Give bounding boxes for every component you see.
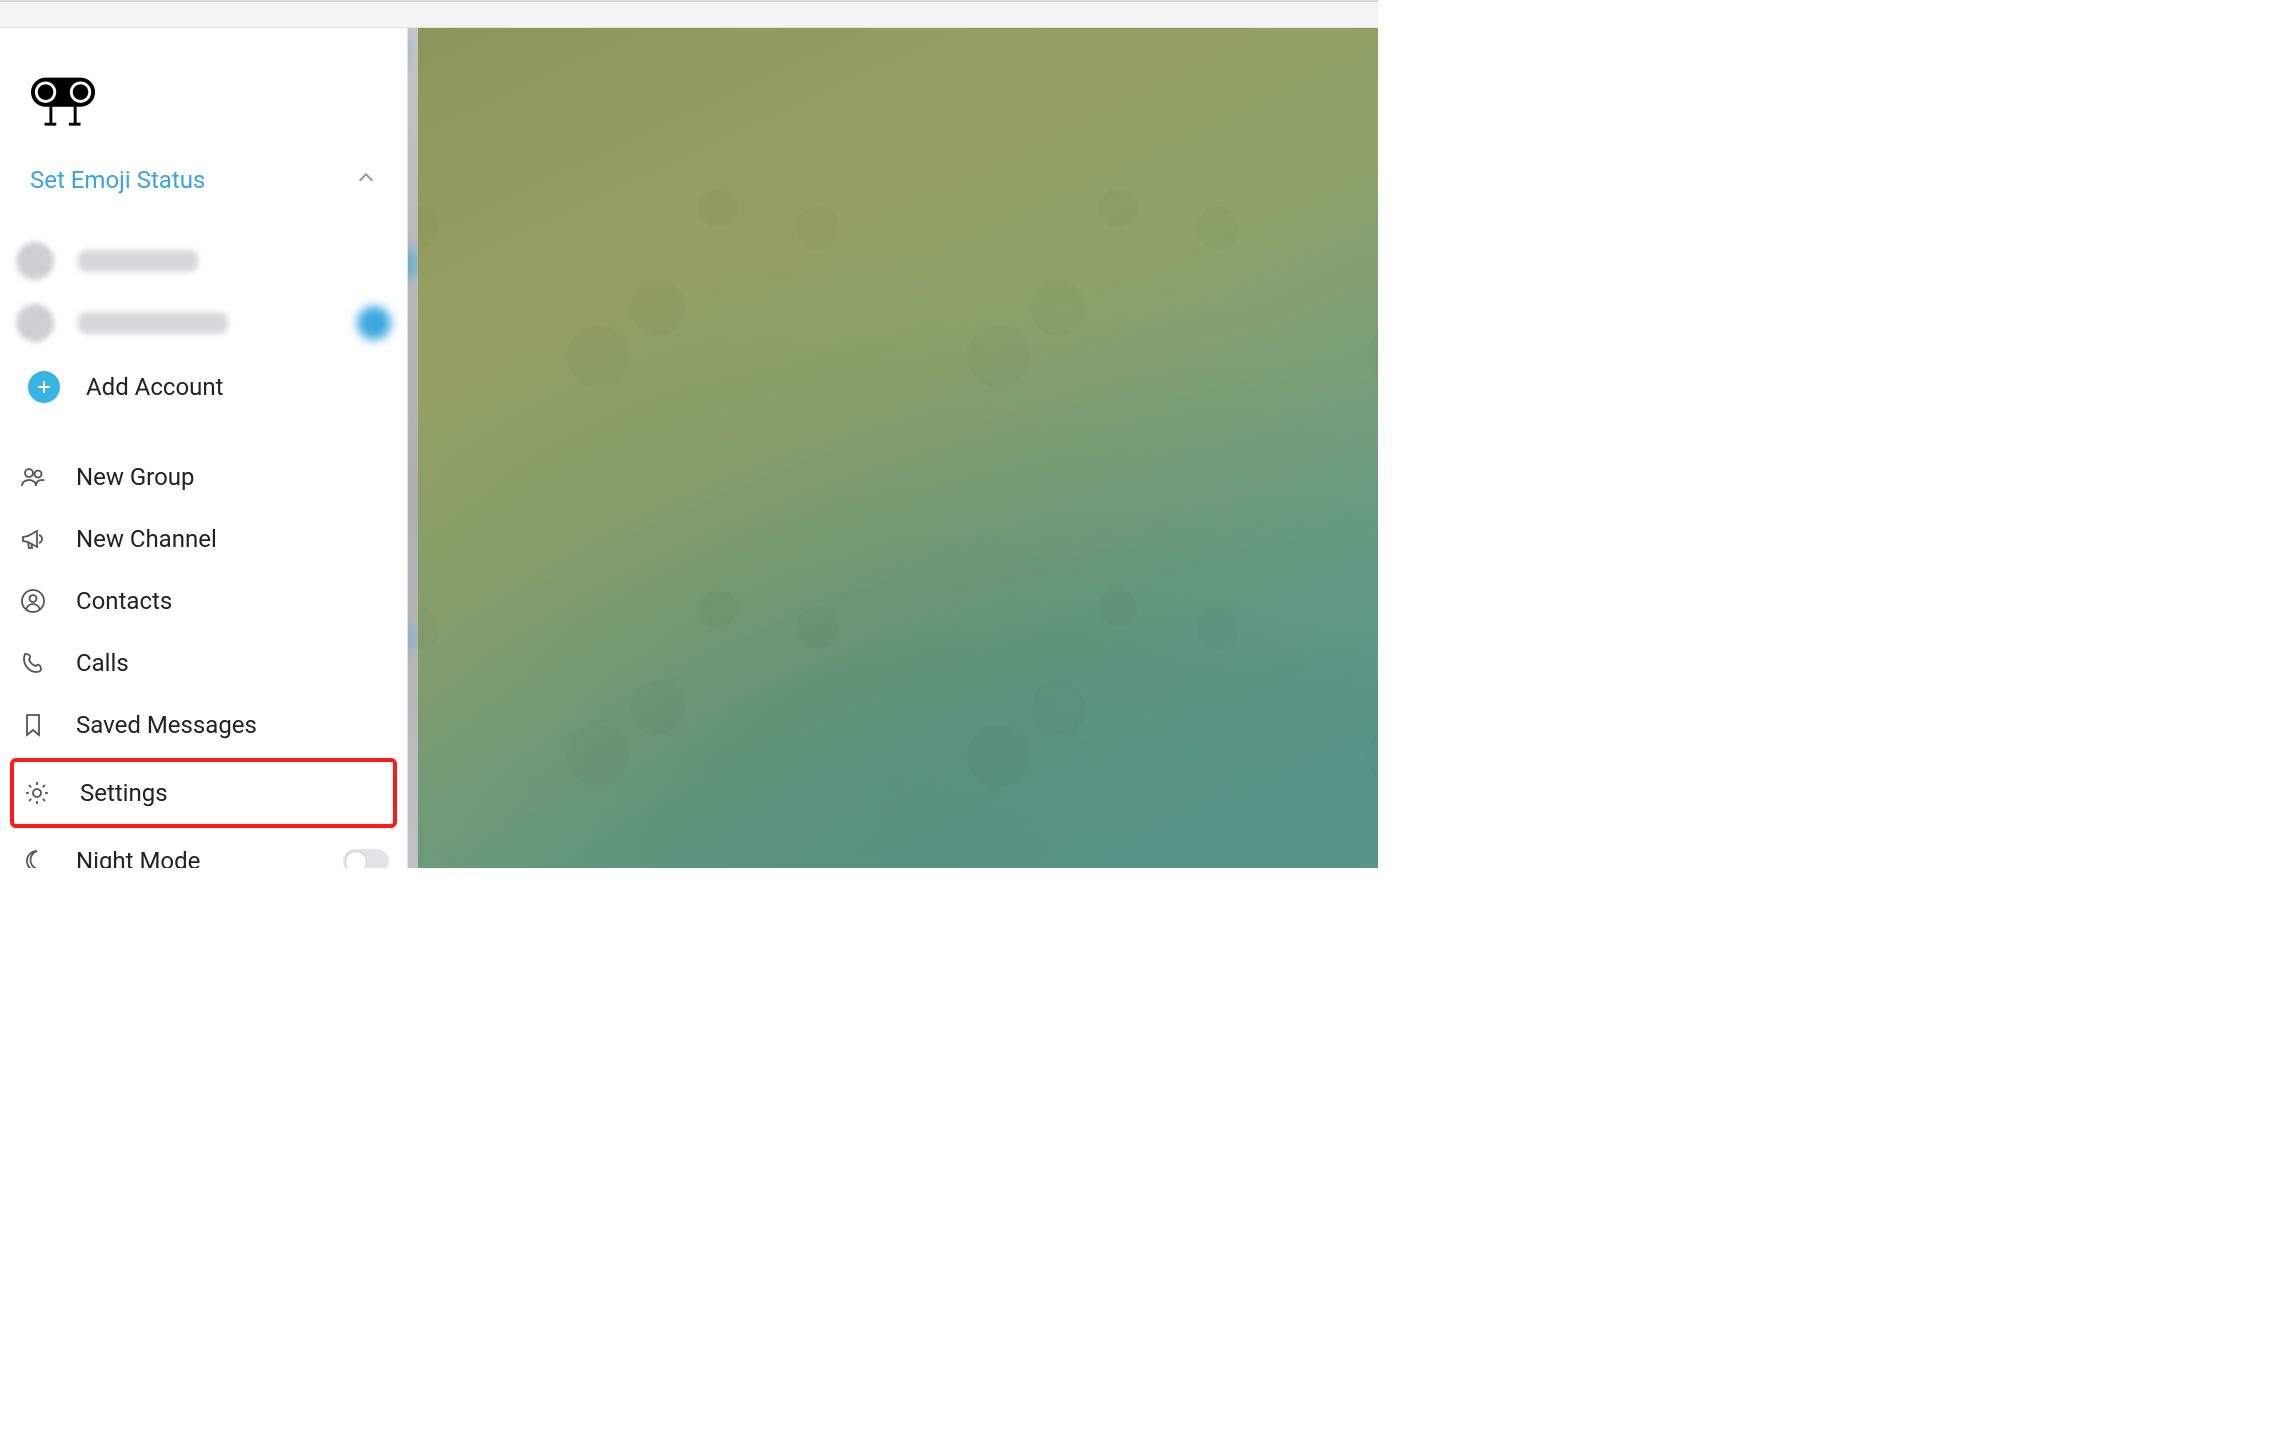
add-account-label: Add Account — [86, 373, 223, 401]
moon-icon — [18, 846, 48, 868]
night-mode-toggle[interactable] — [343, 849, 389, 868]
menu-contacts[interactable]: Contacts — [0, 570, 407, 632]
phone-icon — [18, 648, 48, 678]
chat-background — [418, 28, 1378, 868]
app-window: Set Emoji Status — [0, 0, 1378, 868]
account-name-blurred — [78, 250, 198, 272]
set-emoji-status-link[interactable]: Set Emoji Status — [30, 166, 205, 194]
content-area: Set Emoji Status — [0, 28, 1378, 868]
menu-new-group[interactable]: New Group — [0, 446, 407, 508]
gear-icon — [22, 778, 52, 808]
menu-item-label: Contacts — [76, 587, 172, 615]
menu-saved-messages[interactable]: Saved Messages — [0, 694, 407, 756]
plus-icon — [28, 371, 60, 403]
menu-item-label: Settings — [80, 779, 168, 807]
accounts-section: Add Account — [0, 218, 407, 440]
menu-item-label: Saved Messages — [76, 711, 257, 739]
menu-night-mode[interactable]: Night Mode — [0, 830, 407, 868]
add-account-button[interactable]: Add Account — [10, 354, 397, 420]
account-row[interactable] — [10, 230, 397, 292]
menu-item-label: New Group — [76, 463, 194, 491]
drawer-header: Set Emoji Status — [0, 28, 407, 218]
contacts-icon — [18, 586, 48, 616]
avatar-icon — [30, 64, 98, 132]
profile-avatar[interactable] — [30, 64, 377, 136]
account-avatar-blurred — [16, 304, 54, 342]
main-menu-drawer: Set Emoji Status — [0, 28, 408, 868]
bookmark-icon — [18, 710, 48, 740]
menu-new-channel[interactable]: New Channel — [0, 508, 407, 570]
drawer-menu: New Group New Channel Contacts — [0, 440, 407, 868]
account-row[interactable] — [10, 292, 397, 354]
megaphone-icon — [18, 524, 48, 554]
account-avatar-blurred — [16, 242, 54, 280]
account-name-blurred — [78, 312, 228, 334]
menu-item-label: Night Mode — [76, 847, 200, 868]
group-icon — [18, 462, 48, 492]
menu-item-label: Calls — [76, 649, 129, 677]
menu-settings[interactable]: Settings — [10, 758, 397, 828]
unread-badge-blurred — [357, 306, 391, 340]
menu-item-label: New Channel — [76, 525, 217, 553]
menu-calls[interactable]: Calls — [0, 632, 407, 694]
chevron-up-icon[interactable] — [355, 167, 377, 193]
window-titlebar — [0, 2, 1378, 28]
